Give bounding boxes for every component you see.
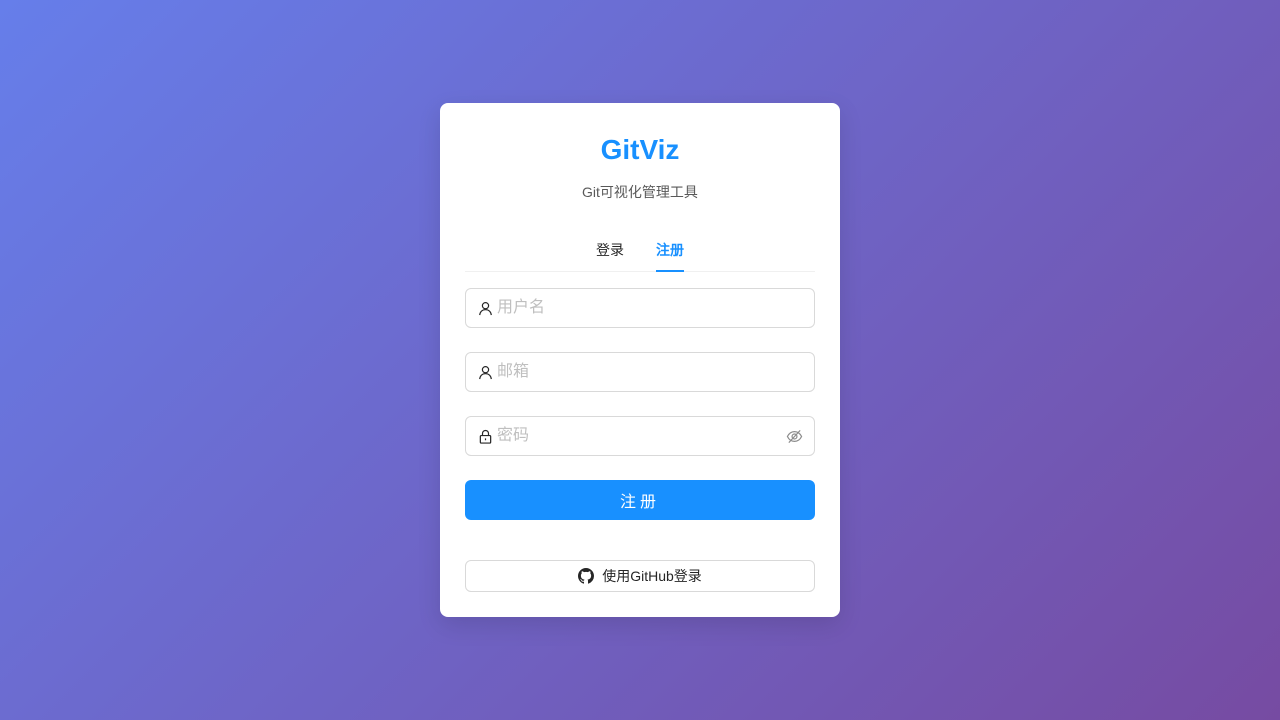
github-login-button[interactable]: 使用GitHub登录: [465, 560, 815, 592]
github-icon: [578, 568, 595, 584]
register-button[interactable]: 注册: [465, 480, 815, 520]
user-icon: [477, 300, 493, 316]
tab-register[interactable]: 注册: [656, 231, 684, 272]
email-input[interactable]: [497, 360, 803, 384]
app-title: GitViz: [600, 134, 680, 165]
github-login-label: 使用GitHub登录: [602, 568, 702, 584]
username-field[interactable]: [465, 288, 815, 328]
lock-icon: [477, 428, 493, 444]
tab-login[interactable]: 登录: [596, 231, 624, 271]
app-subtitle: Git可视化管理工具: [582, 184, 698, 200]
auth-tabs: 登录 注册: [465, 231, 815, 272]
auth-card: GitViz Git可视化管理工具 登录 注册 用户名 邮箱 注册 使用GitH…: [440, 103, 840, 617]
eye-invisible-icon[interactable]: [785, 427, 803, 445]
password-input[interactable]: [497, 424, 785, 448]
email-field[interactable]: [465, 352, 815, 392]
username-input[interactable]: [497, 296, 803, 320]
user-icon: [477, 364, 493, 380]
password-field[interactable]: [465, 416, 815, 456]
